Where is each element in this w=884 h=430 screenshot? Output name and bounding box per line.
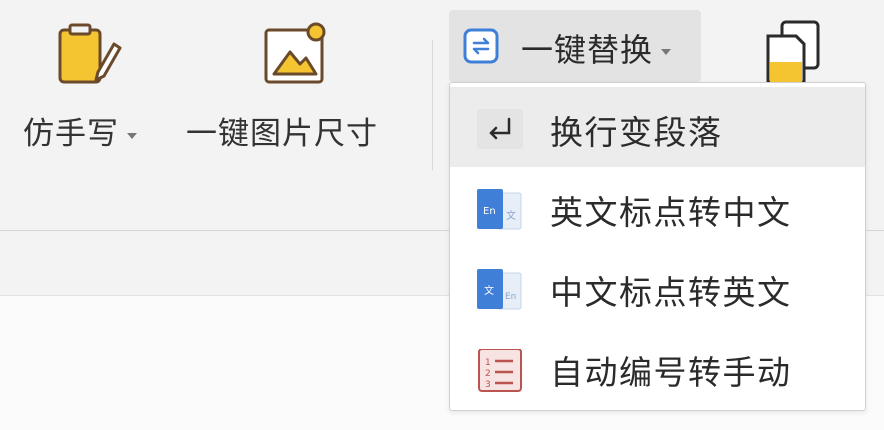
- svg-text:En: En: [505, 292, 516, 302]
- en-to-zh-punctuation-icon: En 文: [477, 189, 523, 230]
- numbered-list-icon: 1 2 3: [477, 348, 523, 392]
- svg-text:En: En: [483, 206, 496, 217]
- copy-document-button[interactable]: [760, 18, 830, 90]
- svg-text:文: 文: [506, 209, 516, 222]
- menu-item-label: 英文标点转中文: [550, 193, 792, 232]
- menu-item-label: 中文标点转英文: [550, 273, 792, 312]
- fake-handwriting-label: 仿手写: [23, 116, 119, 152]
- menu-item-label: 自动编号转手动: [550, 353, 792, 392]
- menu-item-label: 换行变段落: [550, 113, 723, 152]
- zh-to-en-punctuation-icon: 文 En: [477, 269, 523, 310]
- svg-text:文: 文: [484, 284, 494, 297]
- svg-text:1: 1: [485, 358, 491, 368]
- replace-dropdown-menu: 换行变段落 En 文 英文标点转中文 文 En 中文标点转英文 1 2 3 自动…: [449, 82, 866, 411]
- replace-arrows-icon: [462, 27, 500, 65]
- menu-item-auto-number-to-manual[interactable]: 1 2 3 自动编号转手动: [450, 327, 865, 407]
- menu-item-line-break-to-paragraph[interactable]: 换行变段落: [450, 87, 865, 167]
- one-click-replace-button[interactable]: 一键替换: [449, 10, 701, 82]
- chevron-down-icon[interactable]: [127, 132, 137, 139]
- one-click-replace-label: 一键替换: [521, 31, 654, 69]
- svg-text:2: 2: [485, 369, 491, 379]
- menu-item-en-to-zh-punctuation[interactable]: En 文 英文标点转中文: [450, 167, 865, 247]
- image-resize-button[interactable]: 一键图片尺寸: [186, 18, 406, 158]
- fake-handwriting-button[interactable]: 仿手写: [20, 18, 160, 158]
- toolbar-separator: [432, 40, 433, 170]
- svg-text:3: 3: [485, 380, 491, 390]
- menu-item-zh-to-en-punctuation[interactable]: 文 En 中文标点转英文: [450, 247, 865, 327]
- chevron-down-icon[interactable]: [661, 49, 672, 55]
- copy-document-icon: [760, 18, 830, 90]
- notepad-pencil-icon: [54, 22, 124, 86]
- image-resize-label: 一键图片尺寸: [186, 116, 378, 152]
- line-break-arrow-icon: [477, 109, 523, 149]
- image-frame-icon: [262, 20, 332, 86]
